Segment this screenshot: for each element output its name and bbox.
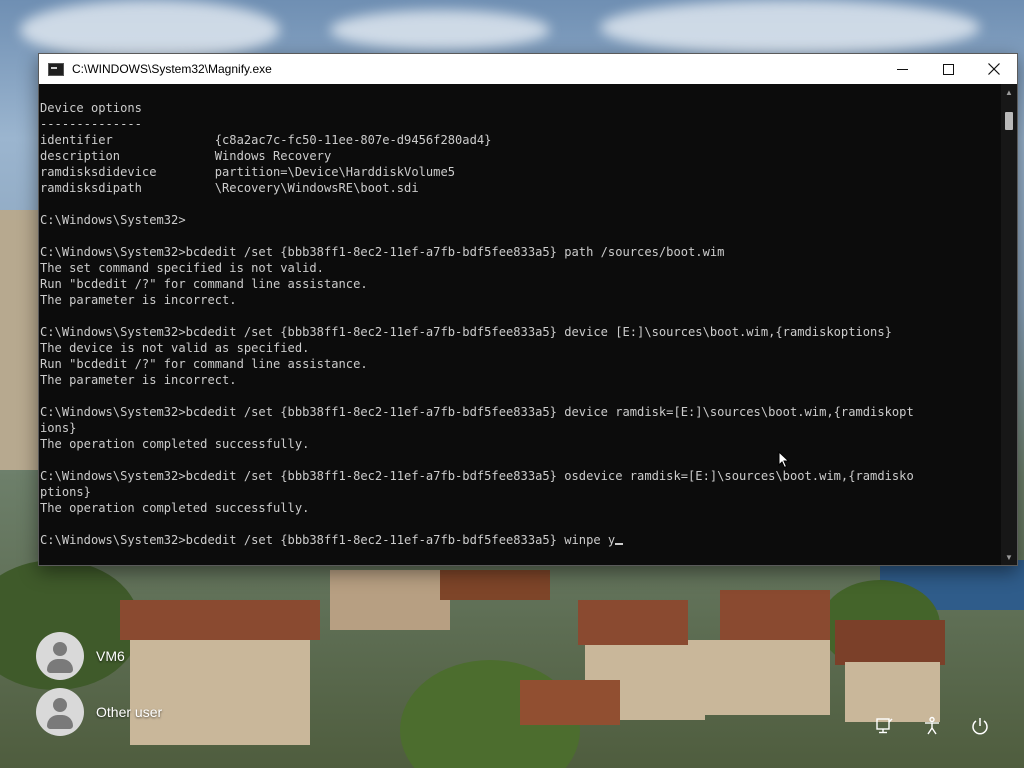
close-button[interactable] [971, 54, 1017, 84]
console-line: -------------- [40, 117, 142, 131]
power-icon [972, 718, 988, 735]
text-cursor [615, 543, 624, 545]
console-line: The parameter is incorrect. [40, 373, 237, 387]
mouse-pointer-icon [778, 451, 790, 469]
console-window[interactable]: C:\WINDOWS\System32\Magnify.exe Device o… [38, 53, 1018, 566]
scroll-down-arrow-icon[interactable]: ▼ [1001, 549, 1017, 565]
console-line: C:\Windows\System32> [40, 213, 186, 227]
console-line: The operation completed successfully. [40, 501, 310, 515]
console-line: The device is not valid as specified. [40, 341, 310, 355]
console-line: ramdisksdipath \Recovery\WindowsRE\boot.… [40, 181, 419, 195]
vertical-scrollbar[interactable]: ▲ ▼ [1001, 84, 1017, 565]
power-button[interactable] [965, 711, 995, 741]
maximize-button[interactable] [925, 54, 971, 84]
console-line: ramdisksdidevice partition=\Device\Hardd… [40, 165, 456, 179]
user-tile-other-user[interactable]: Other user [36, 688, 162, 736]
console-line: The set command specified is not valid. [40, 261, 324, 275]
console-line: ptions} [40, 485, 91, 499]
network-button[interactable] [869, 711, 899, 741]
console-line: C:\Windows\System32>bcdedit /set {bbb38f… [40, 245, 725, 259]
console-line: description Windows Recovery [40, 149, 332, 163]
user-name: VM6 [96, 648, 125, 664]
network-icon [876, 718, 893, 734]
accessibility-icon [925, 716, 939, 735]
user-avatar-icon [36, 632, 84, 680]
user-tile-vm6[interactable]: VM6 [36, 632, 125, 680]
minimize-button[interactable] [879, 54, 925, 84]
close-icon [988, 63, 1000, 75]
console-line: C:\Windows\System32>bcdedit /set {bbb38f… [40, 469, 914, 483]
user-avatar-icon [36, 688, 84, 736]
console-line: ions} [40, 421, 77, 435]
console-line: C:\Windows\System32>bcdedit /set {bbb38f… [40, 532, 1001, 548]
console-line: Run "bcdedit /?" for command line assist… [40, 357, 368, 371]
scrollbar-thumb[interactable] [1005, 112, 1013, 130]
title-bar[interactable]: C:\WINDOWS\System32\Magnify.exe [39, 54, 1017, 84]
console-line: The operation completed successfully. [40, 437, 310, 451]
console-output[interactable]: Device options -------------- identifier {… [39, 84, 1001, 565]
accessibility-button[interactable] [917, 711, 947, 741]
minimize-icon [896, 68, 908, 70]
window-title: C:\WINDOWS\System32\Magnify.exe [72, 62, 272, 76]
console-line: identifier {c8a2ac7c-fc50-11ee-807e-d945… [40, 133, 492, 147]
scroll-up-arrow-icon[interactable]: ▲ [1001, 84, 1017, 100]
console-line: C:\Windows\System32>bcdedit /set {bbb38f… [40, 325, 892, 339]
console-line: C:\Windows\System32>bcdedit /set {bbb38f… [40, 405, 914, 419]
console-line: The parameter is incorrect. [40, 293, 237, 307]
console-app-icon [48, 62, 64, 76]
console-line: Device options [40, 101, 142, 115]
console-line: Run "bcdedit /?" for command line assist… [40, 277, 368, 291]
user-name: Other user [96, 704, 163, 720]
maximize-icon [942, 63, 954, 75]
